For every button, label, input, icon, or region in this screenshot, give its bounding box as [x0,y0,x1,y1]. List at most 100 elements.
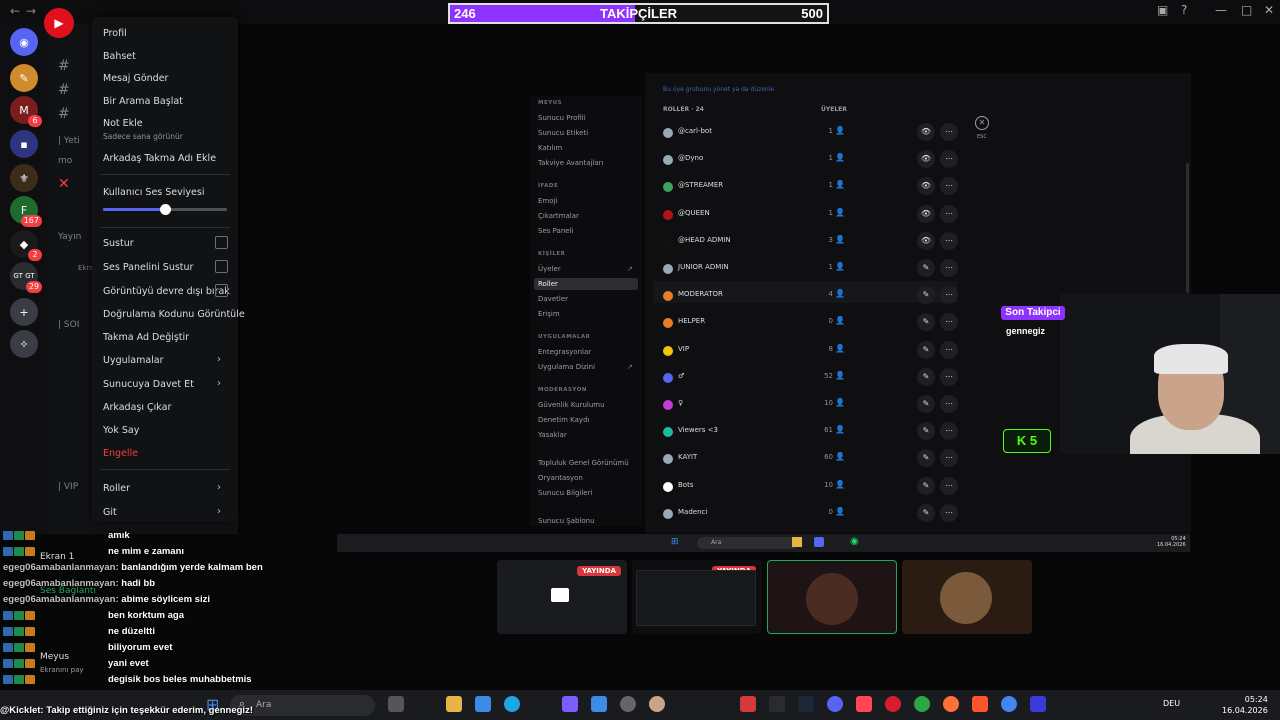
role-row[interactable]: @STREAMER 1 👤 👁 ⋯ [663,177,958,198]
opera-icon[interactable] [885,696,901,712]
more-options-icon[interactable]: ⋯ [940,286,958,305]
menu-item-apps[interactable]: Uygulamalar [103,355,164,366]
channel-name[interactable]: | Yeti [58,136,80,146]
help-icon[interactable]: ? [1181,3,1187,17]
settings-nav-item[interactable]: Çıkartmalar [538,212,579,220]
menu-item-invite-to-server[interactable]: Sunucuya Davet Et [103,379,194,390]
disable-video-checkbox[interactable] [215,284,228,297]
stream-tile[interactable]: YAYINDA [497,560,627,634]
more-options-icon[interactable]: ⋯ [940,231,958,250]
role-row[interactable]: Madenci 0 👤 ✎ ⋯ [663,503,958,525]
settings-nav-item[interactable]: Katılım [538,144,562,152]
role-row[interactable]: @HEAD ADMIN 3 👤 👁 ⋯ [663,231,958,253]
app-icon[interactable] [1030,696,1046,712]
stream-tile-selected[interactable] [767,560,897,634]
add-server-icon[interactable]: + [10,298,38,326]
file-explorer-icon[interactable] [446,696,462,712]
more-options-icon[interactable]: ⋯ [940,503,958,522]
close-settings-button[interactable]: ✕ [975,116,989,130]
settings-nav-item[interactable]: Erişim [538,310,560,318]
app-icon[interactable] [914,696,930,712]
menu-item-friend-nickname[interactable]: Arkadaş Takma Adı Ekle [103,153,216,164]
more-options-icon[interactable]: ⋯ [940,367,958,386]
server-icon[interactable]: ◆ 2 [10,230,42,261]
settings-icon[interactable] [620,696,636,712]
mute-soundboard-checkbox[interactable] [215,260,228,273]
app-icon[interactable] [591,696,607,712]
role-row[interactable]: @Dyno 1 👤 👁 ⋯ [663,150,958,171]
store-icon[interactable] [475,696,491,712]
volume-slider-knob[interactable] [160,204,171,215]
channel-name[interactable]: Yayın [58,232,81,242]
menu-item-mute[interactable]: Sustur [103,238,134,249]
more-options-icon[interactable]: ⋯ [940,259,958,277]
role-row[interactable]: @carl-bot 1 👤 👁 ⋯ [663,123,958,144]
steam-icon[interactable] [798,696,814,712]
maximize-icon[interactable]: □ [1241,3,1252,17]
role-row[interactable]: Viewers <3 61 👤 ✎ ⋯ [663,422,958,443]
discord-icon[interactable] [827,696,843,712]
menu-item-disable-video[interactable]: Görüntüyü devre dışı bırak [103,286,230,297]
settings-nav-item[interactable]: Üyeler [538,265,561,273]
more-options-icon[interactable]: ⋯ [940,150,958,169]
edit-role-icon[interactable]: ✎ [917,340,935,359]
more-options-icon[interactable]: ⋯ [940,204,958,223]
close-icon[interactable]: ✕ [1264,3,1274,17]
settings-nav-item[interactable]: Sunucu Bilgileri [538,489,592,497]
app-icon[interactable] [649,696,665,712]
channel-name[interactable]: | VIP [58,482,78,492]
more-options-icon[interactable]: ⋯ [940,177,958,196]
menu-item-block[interactable]: Engelle [103,448,138,459]
role-row[interactable]: ♂ 52 👤 ✎ ⋯ [663,367,958,389]
settings-nav-item[interactable]: Sunucu Profili [538,114,586,122]
settings-nav-item[interactable]: Güvenlik Kurulumu [538,401,605,409]
server-icon[interactable]: ▪ [10,130,38,158]
taskbar-clock[interactable]: 05:24 16.04.2026 [1222,694,1268,716]
edit-role-icon[interactable]: ✎ [917,259,935,277]
settings-nav-item[interactable]: Takviye Avantajları [538,159,604,167]
role-row[interactable]: MODERATOR 4 👤 ✎ ⋯ [663,286,958,307]
role-row[interactable]: KAYIT 60 👤 ✎ ⋯ [663,449,958,470]
more-options-icon[interactable]: ⋯ [940,422,958,441]
view-role-icon[interactable]: 👁 [917,123,935,141]
server-icon[interactable]: ⚜ [10,164,38,192]
channel-name[interactable]: mo [58,156,72,166]
settings-nav-item[interactable]: Entegrasyonlar [538,348,591,356]
role-row[interactable]: Bots 10 👤 ✎ ⋯ [663,476,958,498]
menu-item-verification-code[interactable]: Doğrulama Kodunu Görüntüle [103,309,245,320]
server-icon[interactable]: M6 [10,96,42,127]
settings-nav-item[interactable]: Davetler [538,295,568,303]
server-icon[interactable]: F 167 [10,196,42,227]
chrome-icon[interactable] [1001,696,1017,712]
menu-item-roles[interactable]: Roller [103,483,130,494]
settings-nav-item[interactable]: Roller [534,278,638,290]
menu-item-profile[interactable]: Profil [103,28,127,39]
edit-role-icon[interactable]: ✎ [917,422,935,441]
scrollbar[interactable] [1186,163,1189,293]
edge-icon[interactable] [504,696,520,712]
view-role-icon[interactable]: 👁 [917,204,935,223]
edit-role-icon[interactable]: ✎ [917,395,935,413]
stream-tile[interactable] [902,560,1032,634]
menu-item-call[interactable]: Bir Arama Başlat [103,96,183,107]
edit-role-icon[interactable]: ✎ [917,503,935,522]
menu-item-change-nickname[interactable]: Takma Ad Değiştir [103,332,189,343]
firefox-icon[interactable] [943,696,959,712]
role-row[interactable]: @QUEEN 1 👤 👁 ⋯ [663,204,958,226]
volume-slider[interactable] [103,204,227,215]
settings-nav-item[interactable]: Emoji [538,197,557,205]
role-row[interactable]: JUNIOR ADMIN 1 👤 ✎ ⋯ [663,259,958,280]
settings-nav-item[interactable]: Denetim Kaydı [538,416,589,424]
menu-item-mention[interactable]: Bahset [103,51,136,62]
inbox-icon[interactable]: ▣ [1157,3,1168,17]
app-icon[interactable] [856,696,872,712]
edit-role-icon[interactable]: ✎ [917,449,935,468]
edit-role-icon[interactable]: ✎ [917,286,935,305]
menu-item-message[interactable]: Mesaj Gönder [103,73,168,84]
settings-nav-item[interactable]: Oryantasyon [538,474,583,482]
settings-nav-item[interactable]: Ses Paneli [538,227,573,235]
view-role-icon[interactable]: 👁 [917,177,935,196]
server-icon[interactable]: ✎ [10,64,38,92]
discord-home-icon[interactable]: ◉ [10,28,38,56]
mute-checkbox[interactable] [215,236,228,249]
